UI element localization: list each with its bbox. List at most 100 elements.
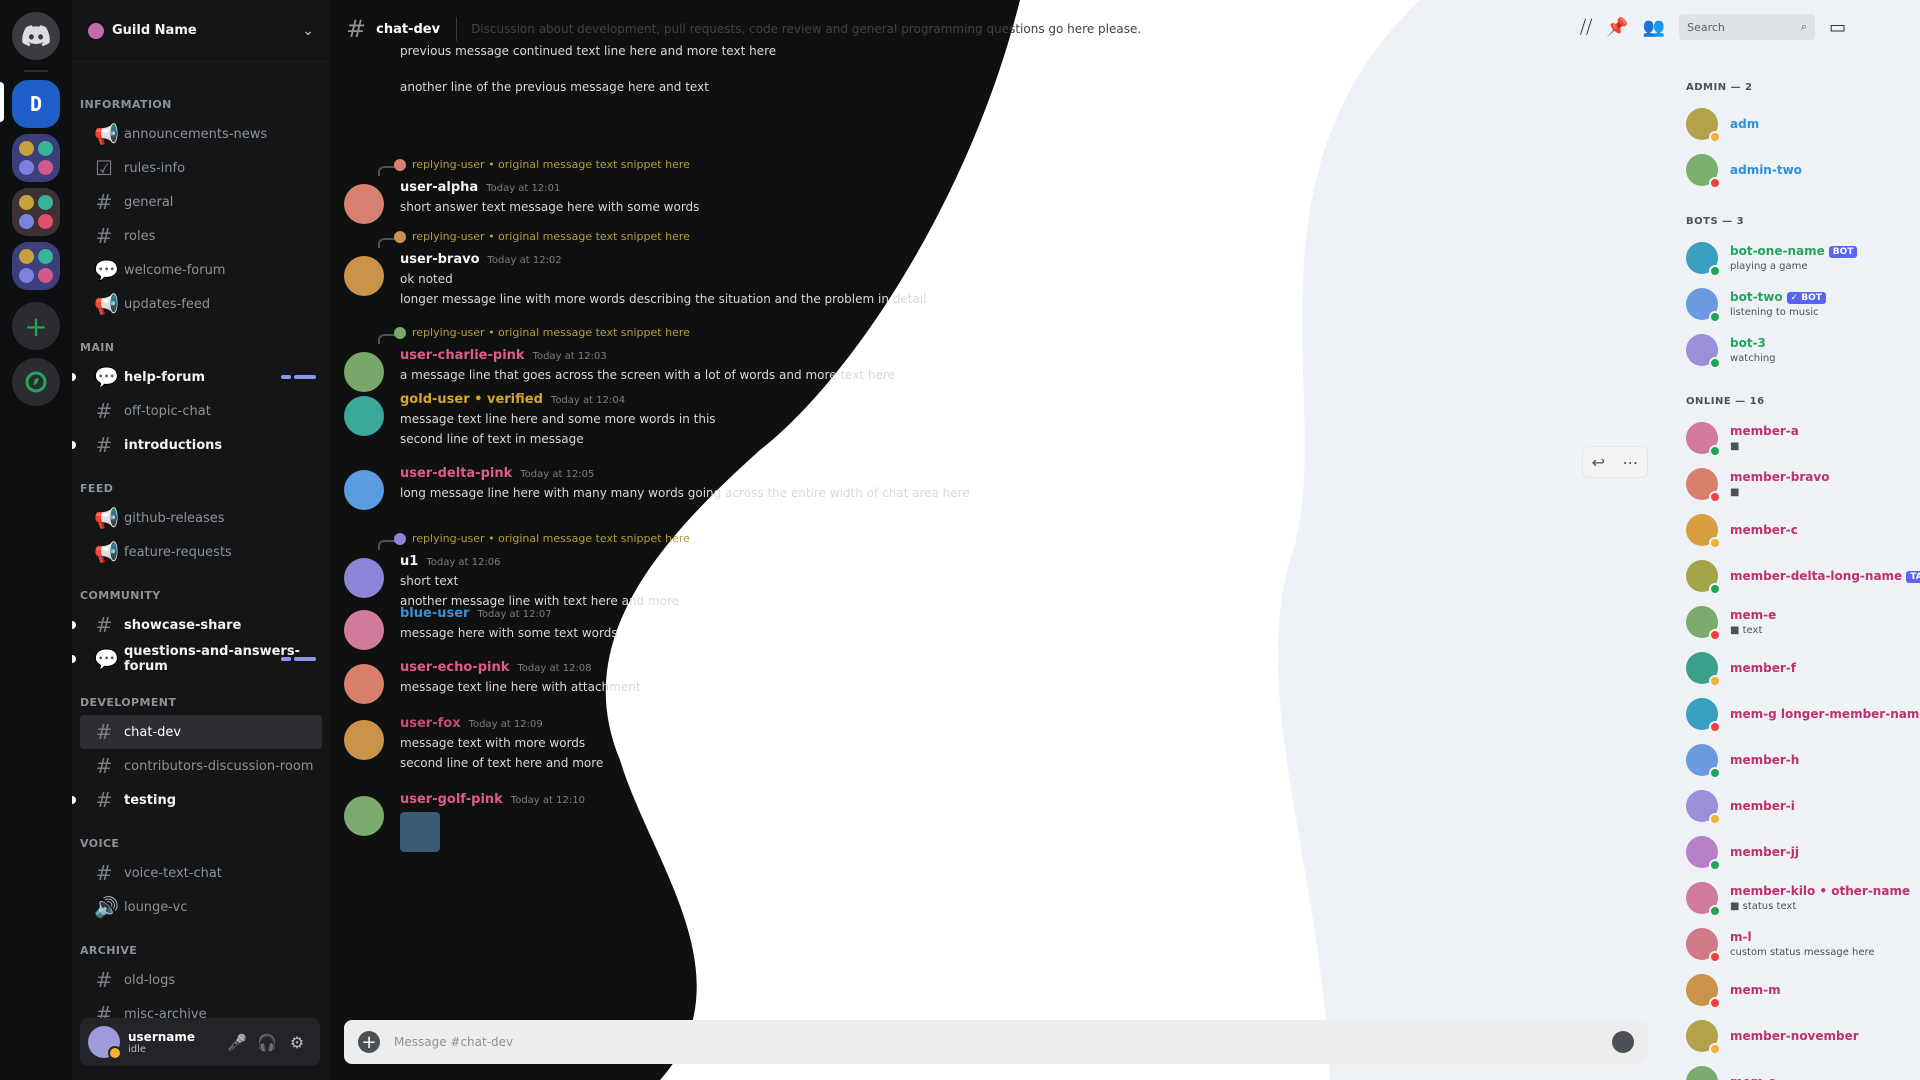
- message-author[interactable]: user-delta-pink Today at 12:05: [400, 466, 594, 481]
- avatar[interactable]: [344, 720, 384, 760]
- reply-snippet[interactable]: replying-user • original message text sn…: [412, 326, 690, 339]
- author-name[interactable]: user-fox: [400, 716, 461, 731]
- pin-icon[interactable]: 📌: [1606, 17, 1628, 38]
- home-button[interactable]: [12, 12, 60, 60]
- server-folder-a[interactable]: [12, 134, 60, 182]
- headset-icon[interactable]: 🎧: [252, 1033, 282, 1052]
- channel-item[interactable]: # voice-text-chat: [80, 856, 322, 890]
- member-item[interactable]: member-kilo • other-name ■ status text: [1686, 878, 1910, 918]
- message-author[interactable]: user-fox Today at 12:09: [400, 716, 543, 731]
- guild-header[interactable]: Guild Name ⌄: [72, 0, 330, 62]
- avatar[interactable]: [88, 1026, 122, 1060]
- member-item[interactable]: bot-one-name BOT playing a game: [1686, 238, 1906, 278]
- members-icon[interactable]: 👥: [1643, 17, 1665, 38]
- message-author[interactable]: u1 Today at 12:06: [400, 554, 500, 569]
- search-input[interactable]: Search ⌕: [1679, 14, 1816, 40]
- message-author[interactable]: user-charlie-pink Today at 12:03: [400, 348, 607, 363]
- member-item[interactable]: mem-o: [1686, 1062, 1906, 1080]
- reply-snippet[interactable]: replying-user • original message text sn…: [412, 230, 690, 243]
- channel-item[interactable]: 📢 updates-feed: [80, 287, 322, 321]
- member-item[interactable]: m-l custom status message here: [1686, 924, 1906, 964]
- author-name[interactable]: user-echo-pink: [400, 660, 509, 675]
- member-item[interactable]: adm: [1686, 104, 1906, 144]
- author-name[interactable]: user-delta-pink: [400, 466, 512, 481]
- server-folder-c[interactable]: [12, 242, 60, 290]
- author-name[interactable]: gold-user • verified: [400, 392, 543, 407]
- channel-category[interactable]: Main: [80, 341, 330, 354]
- avatar[interactable]: [344, 256, 384, 296]
- member-item[interactable]: member-i: [1686, 786, 1906, 826]
- channel-item[interactable]: # roles: [80, 219, 322, 253]
- server-folder-b[interactable]: [12, 188, 60, 236]
- member-item[interactable]: member-november: [1686, 1016, 1906, 1056]
- message-author[interactable]: user-echo-pink Today at 12:08: [400, 660, 592, 675]
- channel-item[interactable]: # general: [80, 185, 322, 219]
- explore-button[interactable]: [12, 358, 60, 406]
- reply-snippet[interactable]: replying-user • original message text sn…: [412, 532, 690, 545]
- image-attachment[interactable]: [400, 812, 440, 852]
- message-author[interactable]: user-alpha Today at 12:01: [400, 180, 560, 195]
- member-item[interactable]: bot-3 watching: [1686, 330, 1906, 370]
- channel-item[interactable]: # chat-dev: [80, 715, 322, 749]
- member-item[interactable]: member-jj: [1686, 832, 1906, 872]
- avatar[interactable]: [344, 610, 384, 650]
- avatar[interactable]: [344, 796, 384, 836]
- channel-item[interactable]: 📢 github-releases: [80, 501, 322, 535]
- author-name[interactable]: u1: [400, 554, 418, 569]
- channel-item[interactable]: # showcase-share: [72, 608, 322, 642]
- author-name[interactable]: user-charlie-pink: [400, 348, 525, 363]
- channel-item[interactable]: # contributors-discussion-room: [80, 749, 322, 783]
- message-author[interactable]: user-golf-pink Today at 12:10: [400, 792, 585, 807]
- member-item[interactable]: member-f: [1686, 648, 1906, 688]
- member-item[interactable]: mem-e ■ text: [1686, 602, 1906, 642]
- channel-item[interactable]: # old-logs: [80, 963, 322, 997]
- member-item[interactable]: member-delta-long-nameTAG: [1686, 556, 1920, 596]
- avatar[interactable]: [344, 664, 384, 704]
- message-author[interactable]: gold-user • verified Today at 12:04: [400, 392, 625, 407]
- channel-item[interactable]: # introductions: [72, 428, 322, 462]
- reply-snippet[interactable]: replying-user • original message text sn…: [412, 158, 690, 171]
- reply-preview[interactable]: replying-user • original message text sn…: [394, 532, 690, 545]
- server-icon-1[interactable]: D: [12, 80, 60, 128]
- message-author[interactable]: user-bravo Today at 12:02: [400, 252, 562, 267]
- avatar[interactable]: [344, 184, 384, 224]
- reply-preview[interactable]: replying-user • original message text sn…: [394, 326, 690, 339]
- message-input[interactable]: Message #chat-dev: [394, 1035, 1612, 1049]
- channel-category[interactable]: Archive: [80, 944, 330, 957]
- avatar[interactable]: [344, 470, 384, 510]
- author-name[interactable]: blue-user: [400, 606, 469, 621]
- channel-item[interactable]: 📢 feature-requests: [80, 535, 322, 569]
- member-item[interactable]: mem-m: [1686, 970, 1906, 1010]
- channel-category[interactable]: Feed: [80, 482, 330, 495]
- avatar[interactable]: [344, 352, 384, 392]
- channel-category[interactable]: Information: [80, 98, 330, 111]
- member-item[interactable]: member-c: [1686, 510, 1906, 550]
- channel-item[interactable]: 📢 announcements-news: [80, 117, 322, 151]
- member-item[interactable]: mem-g longer-member-name: [1686, 694, 1920, 734]
- reply-icon[interactable]: ↩: [1592, 453, 1605, 472]
- member-item[interactable]: member-a ■: [1686, 418, 1906, 458]
- channel-item[interactable]: ☑ rules-info: [80, 151, 322, 185]
- more-icon[interactable]: ⋯: [1622, 453, 1638, 472]
- inbox-icon[interactable]: ▭: [1829, 17, 1846, 38]
- emoji-icon[interactable]: [1612, 1031, 1634, 1053]
- channel-item[interactable]: # testing: [72, 783, 322, 817]
- channel-topic[interactable]: Discussion about development, pull reque…: [471, 22, 1644, 36]
- member-item[interactable]: member-bravo ■: [1686, 464, 1906, 504]
- avatar[interactable]: [344, 558, 384, 598]
- reply-preview[interactable]: replying-user • original message text sn…: [394, 158, 690, 171]
- member-item[interactable]: bot-two ✓ BOT listening to music: [1686, 284, 1906, 324]
- member-item[interactable]: member-h: [1686, 740, 1906, 780]
- channel-item[interactable]: # off-topic-chat: [80, 394, 322, 428]
- author-name[interactable]: user-bravo: [400, 252, 480, 267]
- channel-category[interactable]: Community: [80, 589, 330, 602]
- microphone-icon[interactable]: 🎤: [222, 1033, 252, 1052]
- add-server-button[interactable]: +: [12, 302, 60, 350]
- author-name[interactable]: user-alpha: [400, 180, 478, 195]
- member-item[interactable]: admin-two: [1686, 150, 1906, 190]
- message-author[interactable]: blue-user Today at 12:07: [400, 606, 552, 621]
- channel-item[interactable]: 💬 welcome-forum: [80, 253, 322, 287]
- threads-icon[interactable]: ⧸⧸: [1580, 17, 1592, 38]
- gear-icon[interactable]: ⚙: [282, 1033, 312, 1052]
- channel-item[interactable]: 💬 questions-and-answers-forum: [72, 642, 322, 676]
